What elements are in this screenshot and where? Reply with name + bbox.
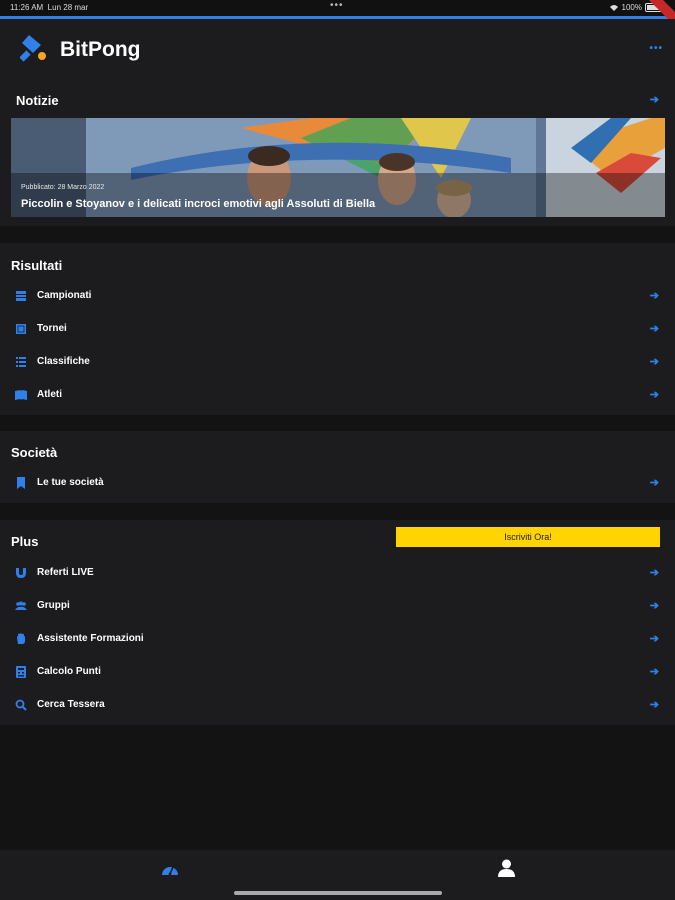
bookmark-icon <box>17 477 25 489</box>
profile-tab-icon[interactable] <box>498 859 515 877</box>
menu-item-referti-live[interactable]: Referti LIVE ➔ <box>0 556 675 589</box>
hand-icon <box>17 633 25 644</box>
subscribe-button[interactable]: Iscriviti Ora! <box>396 527 660 547</box>
search-icon <box>15 699 27 711</box>
menu-item-cerca-tessera[interactable]: Cerca Tessera ➔ <box>0 688 675 721</box>
magnet-icon <box>16 568 26 578</box>
menu-item-assistente-formazioni[interactable]: Assistente Formazioni ➔ <box>0 622 675 655</box>
news-card[interactable]: Pubblicato: 28 Marzo 2022 Piccolin e Sto… <box>11 118 665 217</box>
menu-item-tornei[interactable]: Tornei ➔ <box>0 312 675 345</box>
news-headline: Piccolin e Stoyanov e i delicati incroci… <box>21 198 376 210</box>
arrow-icon: ➔ <box>649 477 659 489</box>
menu-item-label: Classifiche <box>37 356 90 367</box>
home-indicator[interactable] <box>234 891 442 895</box>
arrow-icon: ➔ <box>649 600 659 612</box>
results-title: Risultati <box>11 258 63 273</box>
multitasking-dots[interactable]: ••• <box>330 0 344 11</box>
grid-icon <box>16 324 26 334</box>
results-section: Risultati Campionati ➔ Tornei ➔ Classifi… <box>0 243 675 415</box>
arrow-icon: ➔ <box>649 666 659 678</box>
menu-item-label: Campionati <box>37 290 92 301</box>
menu-dots-icon[interactable]: ••• <box>649 43 663 54</box>
menu-item-label: Le tue società <box>37 477 104 488</box>
dashboard-tab-icon[interactable] <box>161 861 179 877</box>
society-title: Società <box>11 445 58 460</box>
plus-section: Plus Iscriviti Ora! Referti LIVE ➔ Grupp… <box>0 520 675 725</box>
wifi-icon <box>609 4 618 11</box>
app-title: BitPong <box>60 38 141 61</box>
arrow-icon: ➔ <box>649 290 659 302</box>
arrow-icon: ➔ <box>649 323 659 335</box>
group-icon <box>15 601 27 610</box>
society-section: Società Le tue società ➔ <box>0 431 675 503</box>
menu-item-label: Gruppi <box>37 600 70 611</box>
menu-item-label: Cerca Tessera <box>37 699 105 710</box>
arrow-icon: ➔ <box>649 567 659 579</box>
menu-item-gruppi[interactable]: Gruppi ➔ <box>0 589 675 622</box>
menu-item-atleti[interactable]: Atleti ➔ <box>0 378 675 411</box>
menu-item-label: Atleti <box>37 389 62 400</box>
menu-item-label: Assistente Formazioni <box>37 633 144 644</box>
battery-percent: 100% <box>621 3 642 12</box>
arrow-icon: ➔ <box>649 389 659 401</box>
book-icon <box>15 390 27 400</box>
arrow-icon: ➔ <box>649 356 659 368</box>
news-arrow-icon[interactable]: ➔ <box>650 93 659 106</box>
plus-title: Plus <box>11 534 39 549</box>
status-bar: 11:26 AM Lun 28 mar ••• 100% <box>0 0 675 16</box>
arrow-icon: ➔ <box>649 633 659 645</box>
calculator-icon <box>16 666 26 678</box>
news-section: Notizie ➔ Pubblicato: 28 Marzo 2022 Picc… <box>0 81 675 226</box>
menu-item-label: Tornei <box>37 323 67 334</box>
menu-item-classifiche[interactable]: Classifiche ➔ <box>0 345 675 378</box>
calendar-icon <box>16 291 26 301</box>
arrow-icon: ➔ <box>649 699 659 711</box>
status-time: 11:26 AM Lun 28 mar <box>10 3 89 12</box>
news-date: Pubblicato: 28 Marzo 2022 <box>21 184 105 191</box>
menu-item-calcolo-punti[interactable]: Calcolo Punti ➔ <box>0 655 675 688</box>
list-icon <box>16 357 26 367</box>
paddle-logo-icon <box>20 35 46 62</box>
menu-item-le-tue-societa[interactable]: Le tue società ➔ <box>0 466 675 499</box>
menu-item-campionati[interactable]: Campionati ➔ <box>0 279 675 312</box>
app-header: BitPong ••• <box>0 19 675 81</box>
bottom-navigation <box>0 850 675 900</box>
menu-item-label: Referti LIVE <box>37 567 94 578</box>
news-title: Notizie <box>16 93 59 108</box>
menu-item-label: Calcolo Punti <box>37 666 101 677</box>
